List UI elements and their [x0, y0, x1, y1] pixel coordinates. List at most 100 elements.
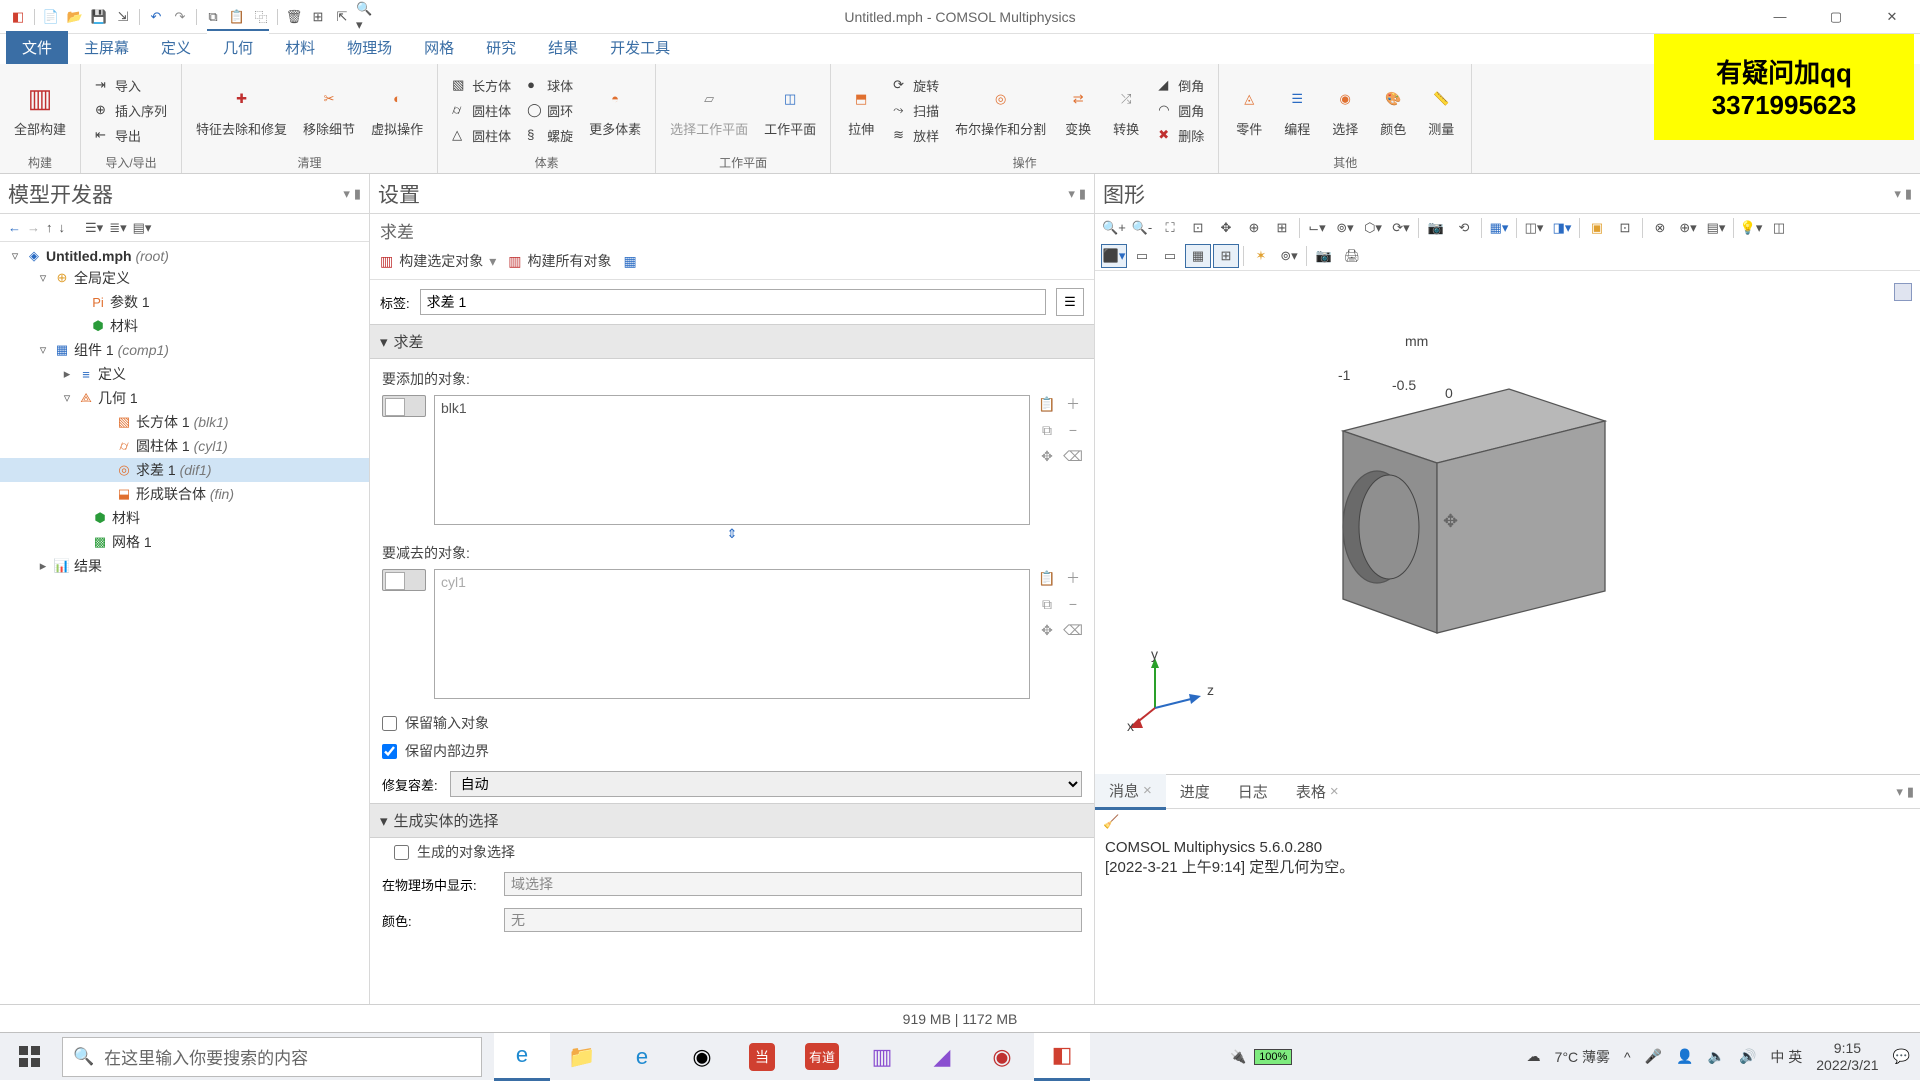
helix-button[interactable]: §螺旋 [523, 124, 577, 147]
tree-results[interactable]: ▸📊结果 [0, 554, 369, 578]
tab-results[interactable]: 结果 [532, 31, 594, 64]
label-input[interactable] [420, 289, 1046, 315]
tray-chevron-icon[interactable]: ^ [1624, 1049, 1631, 1065]
tree-global-materials[interactable]: ⬢材料 [0, 314, 369, 338]
reset-view-icon[interactable]: ⟲ [1451, 216, 1477, 240]
move-add-icon[interactable]: ✥ [1038, 447, 1056, 465]
tab-home[interactable]: 主屏幕 [68, 31, 145, 64]
close-button[interactable]: ✕ [1864, 0, 1920, 34]
tray-network-icon[interactable]: 🔈 [1708, 1048, 1725, 1065]
chamfer-button[interactable]: ◢倒角 [1154, 74, 1208, 97]
settings-pin-icon[interactable]: ▮ [1079, 186, 1086, 202]
duplicate-icon[interactable]: ⿻ [251, 7, 271, 27]
gfx-pin-icon[interactable]: ▮ [1905, 186, 1912, 202]
msg-pin-icon[interactable]: ▮ [1907, 784, 1914, 800]
zoom-in-icon[interactable]: 🔍+ [1101, 216, 1127, 240]
light1-icon[interactable]: ✶ [1248, 244, 1274, 268]
task-edge[interactable]: e [494, 1033, 550, 1081]
select-workplane-button[interactable]: ▱选择工作平面 [662, 79, 756, 142]
grid-icon[interactable]: ⊞ [1269, 216, 1295, 240]
camera-icon[interactable]: 📷 [1423, 216, 1449, 240]
show-all-icon[interactable]: ▤▾ [1703, 216, 1729, 240]
tray-mic-icon[interactable]: 🎤 [1645, 1048, 1662, 1065]
minus-add-icon[interactable]: − [1064, 421, 1082, 439]
extrude-button[interactable]: ⬒拉伸 [837, 79, 885, 142]
panel-pin-icon[interactable]: ▮ [354, 186, 361, 202]
clear-messages-icon[interactable]: 🧹 [1103, 814, 1119, 830]
import-button[interactable]: ⇥导入 [91, 74, 171, 97]
new-icon[interactable]: 📄 [41, 7, 61, 27]
fillet-button[interactable]: ◠圆角 [1154, 99, 1208, 122]
tab-log[interactable]: 日志 [1224, 775, 1282, 808]
tree-geometry[interactable]: ▿⟁几何 1 [0, 386, 369, 410]
panel-dropdown-icon[interactable]: ▾ [343, 186, 350, 202]
plus-add-icon[interactable]: ＋ [1064, 395, 1082, 413]
find-icon[interactable]: ⊞ [308, 7, 328, 27]
copy-add-icon[interactable]: ⧉ [1038, 421, 1056, 439]
section-difference[interactable]: ▾求差 [370, 324, 1094, 359]
build-all-settings-button[interactable]: ▥构建所有对象 [508, 251, 611, 271]
tree-view1-icon[interactable]: ☰▾ [85, 220, 103, 236]
tab-messages[interactable]: 消息× [1095, 774, 1166, 810]
mode-transp-icon[interactable]: ▭ [1157, 244, 1183, 268]
delete-icon[interactable]: 🗑 [284, 7, 304, 27]
tab-mesh[interactable]: 网格 [408, 31, 470, 64]
mode-default-icon[interactable]: ⬛▾ [1101, 244, 1127, 268]
parts-button[interactable]: ◬零件 [1225, 79, 1273, 142]
keep-input-checkbox[interactable] [382, 716, 397, 731]
program-button[interactable]: ☰编程 [1273, 79, 1321, 142]
redo-icon[interactable]: ↷ [170, 7, 190, 27]
msg-dropdown-icon[interactable]: ▾ [1896, 784, 1903, 800]
render-icon[interactable]: ▦▾ [1486, 216, 1512, 240]
hide-icon[interactable]: ⊗ [1647, 216, 1673, 240]
tree-mesh[interactable]: ▩网格 1 [0, 530, 369, 554]
tree-global[interactable]: ▿⊕全局定义 [0, 266, 369, 290]
color-button[interactable]: 🎨颜色 [1369, 79, 1417, 142]
tab-definitions[interactable]: 定义 [145, 31, 207, 64]
zoom-extents-icon[interactable]: ⊡ [1185, 216, 1211, 240]
tree-root[interactable]: ▿◈Untitled.mph (root) [0, 246, 369, 266]
tab-table[interactable]: 表格× [1282, 775, 1353, 808]
tree-component[interactable]: ▿▦组件 1 (comp1) [0, 338, 369, 362]
clear-sub-icon[interactable]: ⌫ [1064, 621, 1082, 639]
task-app2[interactable]: ▥ [854, 1033, 910, 1081]
settings-extra-icon[interactable]: ▦ [624, 253, 637, 270]
rotate-button[interactable]: ⟳旋转 [889, 74, 943, 97]
tray-app-icon[interactable]: 👤 [1676, 1048, 1693, 1065]
tab-progress[interactable]: 进度 [1166, 775, 1224, 808]
light2-icon[interactable]: ⊚▾ [1276, 244, 1302, 268]
tab-geometry[interactable]: 几何 [207, 29, 269, 64]
paste-add-icon[interactable]: 📋 [1038, 395, 1056, 413]
tab-close-icon[interactable]: × [1143, 782, 1152, 799]
repair-tol-select[interactable]: 自动 [450, 771, 1082, 797]
nav-back-icon[interactable]: ← [8, 220, 21, 235]
task-comsol[interactable]: ◧ [1034, 1033, 1090, 1081]
select-button[interactable]: ◉选择 [1321, 79, 1369, 142]
transform-button[interactable]: ⇄变换 [1054, 79, 1102, 142]
tree-params[interactable]: Pi参数 1 [0, 290, 369, 314]
tab-close-icon2[interactable]: × [1330, 783, 1339, 800]
rotate-view-icon[interactable]: ⊚▾ [1332, 216, 1358, 240]
print-icon[interactable]: 🖨 [1339, 244, 1365, 268]
remove-details-button[interactable]: ✂移除细节 [295, 79, 363, 142]
clip2-icon[interactable]: ◨▾ [1549, 216, 1575, 240]
paste-sub-icon[interactable]: 📋 [1038, 569, 1056, 587]
start-button[interactable] [0, 1033, 60, 1081]
block-button[interactable]: ▧长方体 [448, 74, 515, 97]
plus-sub-icon[interactable]: ＋ [1064, 569, 1082, 587]
convert-button[interactable]: ⤮转换 [1102, 79, 1150, 142]
boolean-button[interactable]: ◎布尔操作和分割 [947, 79, 1054, 142]
zoom-out-icon[interactable]: 🔍- [1129, 216, 1155, 240]
light-icon[interactable]: 💡▾ [1738, 216, 1764, 240]
import-icon[interactable]: ⇲ [113, 7, 133, 27]
minus-sub-icon[interactable]: − [1064, 595, 1082, 613]
workplane-button[interactable]: ◫工作平面 [756, 79, 824, 142]
weather-icon[interactable]: ☁ [1527, 1048, 1541, 1065]
zoom-box-icon[interactable]: ⛶ [1157, 216, 1183, 240]
tree-cylinder[interactable]: ⌭圆柱体 1 (cyl1) [0, 434, 369, 458]
nav-down-icon[interactable]: ↓ [59, 220, 66, 235]
task-explorer[interactable]: 📁 [554, 1033, 610, 1081]
task-chrome[interactable]: ◉ [674, 1033, 730, 1081]
torus-button[interactable]: ◯圆环 [523, 99, 577, 122]
model-tree[interactable]: ▿◈Untitled.mph (root) ▿⊕全局定义 Pi参数 1 ⬢材料 … [0, 242, 369, 1004]
